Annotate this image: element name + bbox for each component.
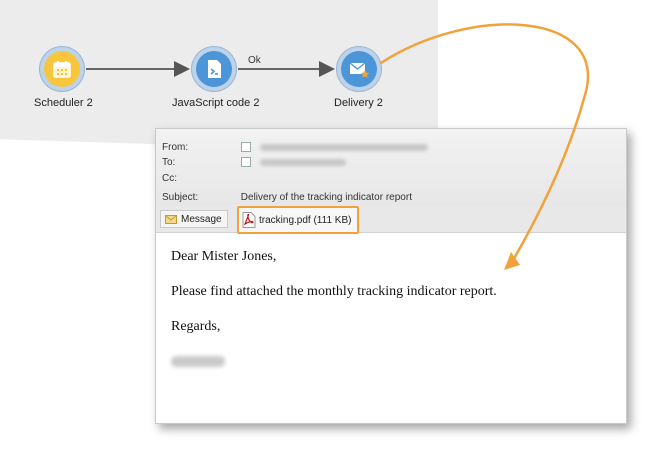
- from-label: From:: [162, 142, 189, 153]
- body-text: Please find attached the monthly trackin…: [171, 284, 497, 299]
- attachment-name: tracking.pdf (111 KB): [259, 214, 352, 226]
- message-tab[interactable]: Message: [160, 210, 228, 228]
- cc-row: Cc:: [162, 172, 238, 186]
- envelope-star-icon: [349, 62, 370, 78]
- to-address-redacted: [259, 158, 346, 166]
- to-checkbox[interactable]: [240, 157, 251, 168]
- closing-text: Regards,: [171, 319, 221, 334]
- calendar-icon: [53, 61, 71, 78]
- from-address-redacted: [259, 143, 428, 151]
- email-header: From: To: Cc: Subject: Delivery of the t…: [156, 129, 626, 205]
- edge-label-ok: Ok: [248, 55, 261, 66]
- subject-label: Subject:: [162, 192, 199, 203]
- envelope-icon: [165, 214, 177, 224]
- email-body: Dear Mister Jones, Please find attached …: [171, 249, 497, 372]
- greeting-text: Dear Mister Jones,: [171, 249, 277, 264]
- to-row: To:: [162, 156, 346, 170]
- attachment-bar: Message tracking.pdf (111 KB): [156, 205, 626, 234]
- javascript-node-label: JavaScript code 2: [172, 97, 260, 109]
- subject-value: Delivery of the tracking indicator repor…: [240, 192, 412, 203]
- scheduler-node[interactable]: [39, 46, 85, 92]
- attachment-tracking-pdf[interactable]: tracking.pdf (111 KB): [237, 206, 360, 234]
- email-preview-window: From: To: Cc: Subject: Delivery of the t…: [155, 128, 627, 424]
- delivery-node[interactable]: [336, 46, 382, 92]
- to-label: To:: [162, 157, 176, 168]
- delivery-node-disc: [341, 51, 377, 87]
- message-tab-label: Message: [181, 213, 222, 225]
- cc-label: Cc:: [162, 173, 177, 184]
- from-checkbox[interactable]: [240, 142, 251, 153]
- from-row: From:: [162, 141, 428, 155]
- signature-redacted: [171, 356, 225, 367]
- pdf-icon: [242, 212, 256, 228]
- scheduler-node-label: Scheduler 2: [34, 97, 93, 109]
- subject-row: Subject: Delivery of the tracking indica…: [162, 191, 412, 205]
- delivery-node-label: Delivery 2: [334, 97, 383, 109]
- javascript-node[interactable]: [191, 46, 237, 92]
- scheduler-node-disc: [44, 51, 80, 87]
- script-icon: [208, 60, 221, 78]
- javascript-node-disc: [196, 51, 232, 87]
